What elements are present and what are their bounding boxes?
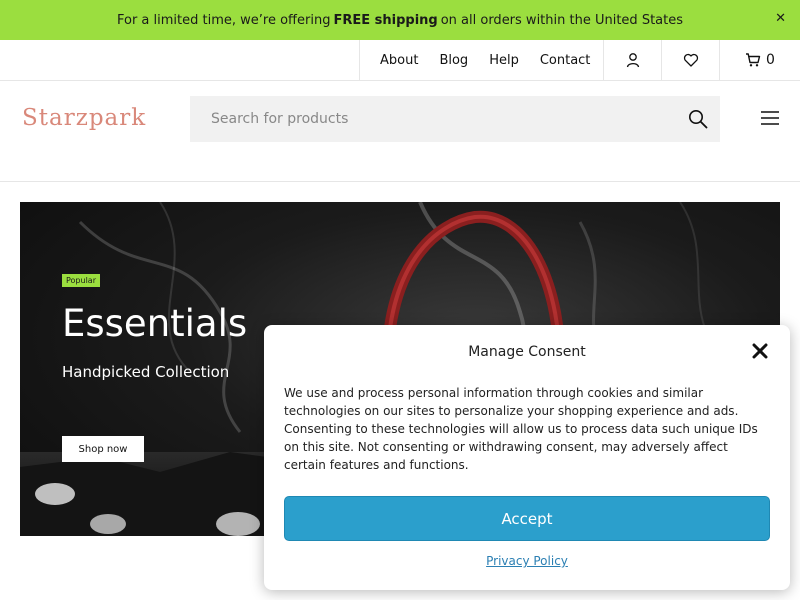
nav-link-contact[interactable]: Contact <box>540 53 591 68</box>
menu-icon[interactable] <box>760 110 780 126</box>
site-header: Starzpark <box>0 81 800 182</box>
search-input[interactable] <box>190 96 660 142</box>
heart-icon <box>683 53 699 67</box>
announcement-text-before: For a limited time, we’re offering <box>116 12 331 28</box>
cart-icon <box>746 53 761 67</box>
hero-subtitle: Handpicked Collection <box>62 363 230 381</box>
account-button[interactable] <box>603 40 662 80</box>
search-bar <box>190 96 720 142</box>
announcement-text-after: on all orders within the United States <box>440 12 683 28</box>
shop-now-button[interactable]: Shop now <box>62 436 144 462</box>
user-icon <box>626 53 640 68</box>
search-icon[interactable] <box>688 109 708 129</box>
nav-link-blog[interactable]: Blog <box>439 53 468 68</box>
top-nav: About Blog Help Contact 0 <box>0 40 800 81</box>
consent-body: We use and process personal information … <box>284 386 758 472</box>
hero-title: Essentials <box>62 302 248 345</box>
close-announcement-icon[interactable]: ✕ <box>775 11 786 26</box>
cart-button[interactable]: 0 <box>719 40 800 80</box>
nav-link-help[interactable]: Help <box>489 53 519 68</box>
close-icon[interactable] <box>752 343 768 359</box>
announcement-text-bold: FREE shipping <box>333 12 438 28</box>
nav-link-about[interactable]: About <box>380 53 418 68</box>
accept-button[interactable]: Accept <box>284 496 770 541</box>
popular-badge: Popular <box>62 274 100 287</box>
top-nav-links: About Blog Help Contact <box>359 40 611 80</box>
consent-dialog: Manage Consent We use and process person… <box>264 325 790 590</box>
site-logo[interactable]: Starzpark <box>22 105 146 131</box>
wishlist-button[interactable] <box>661 40 720 80</box>
announcement-bar: For a limited time, we’re offering FREE … <box>0 0 800 40</box>
cart-count: 0 <box>766 52 775 68</box>
consent-title: Manage Consent <box>468 344 586 360</box>
privacy-policy-link[interactable]: Privacy Policy <box>264 554 790 568</box>
